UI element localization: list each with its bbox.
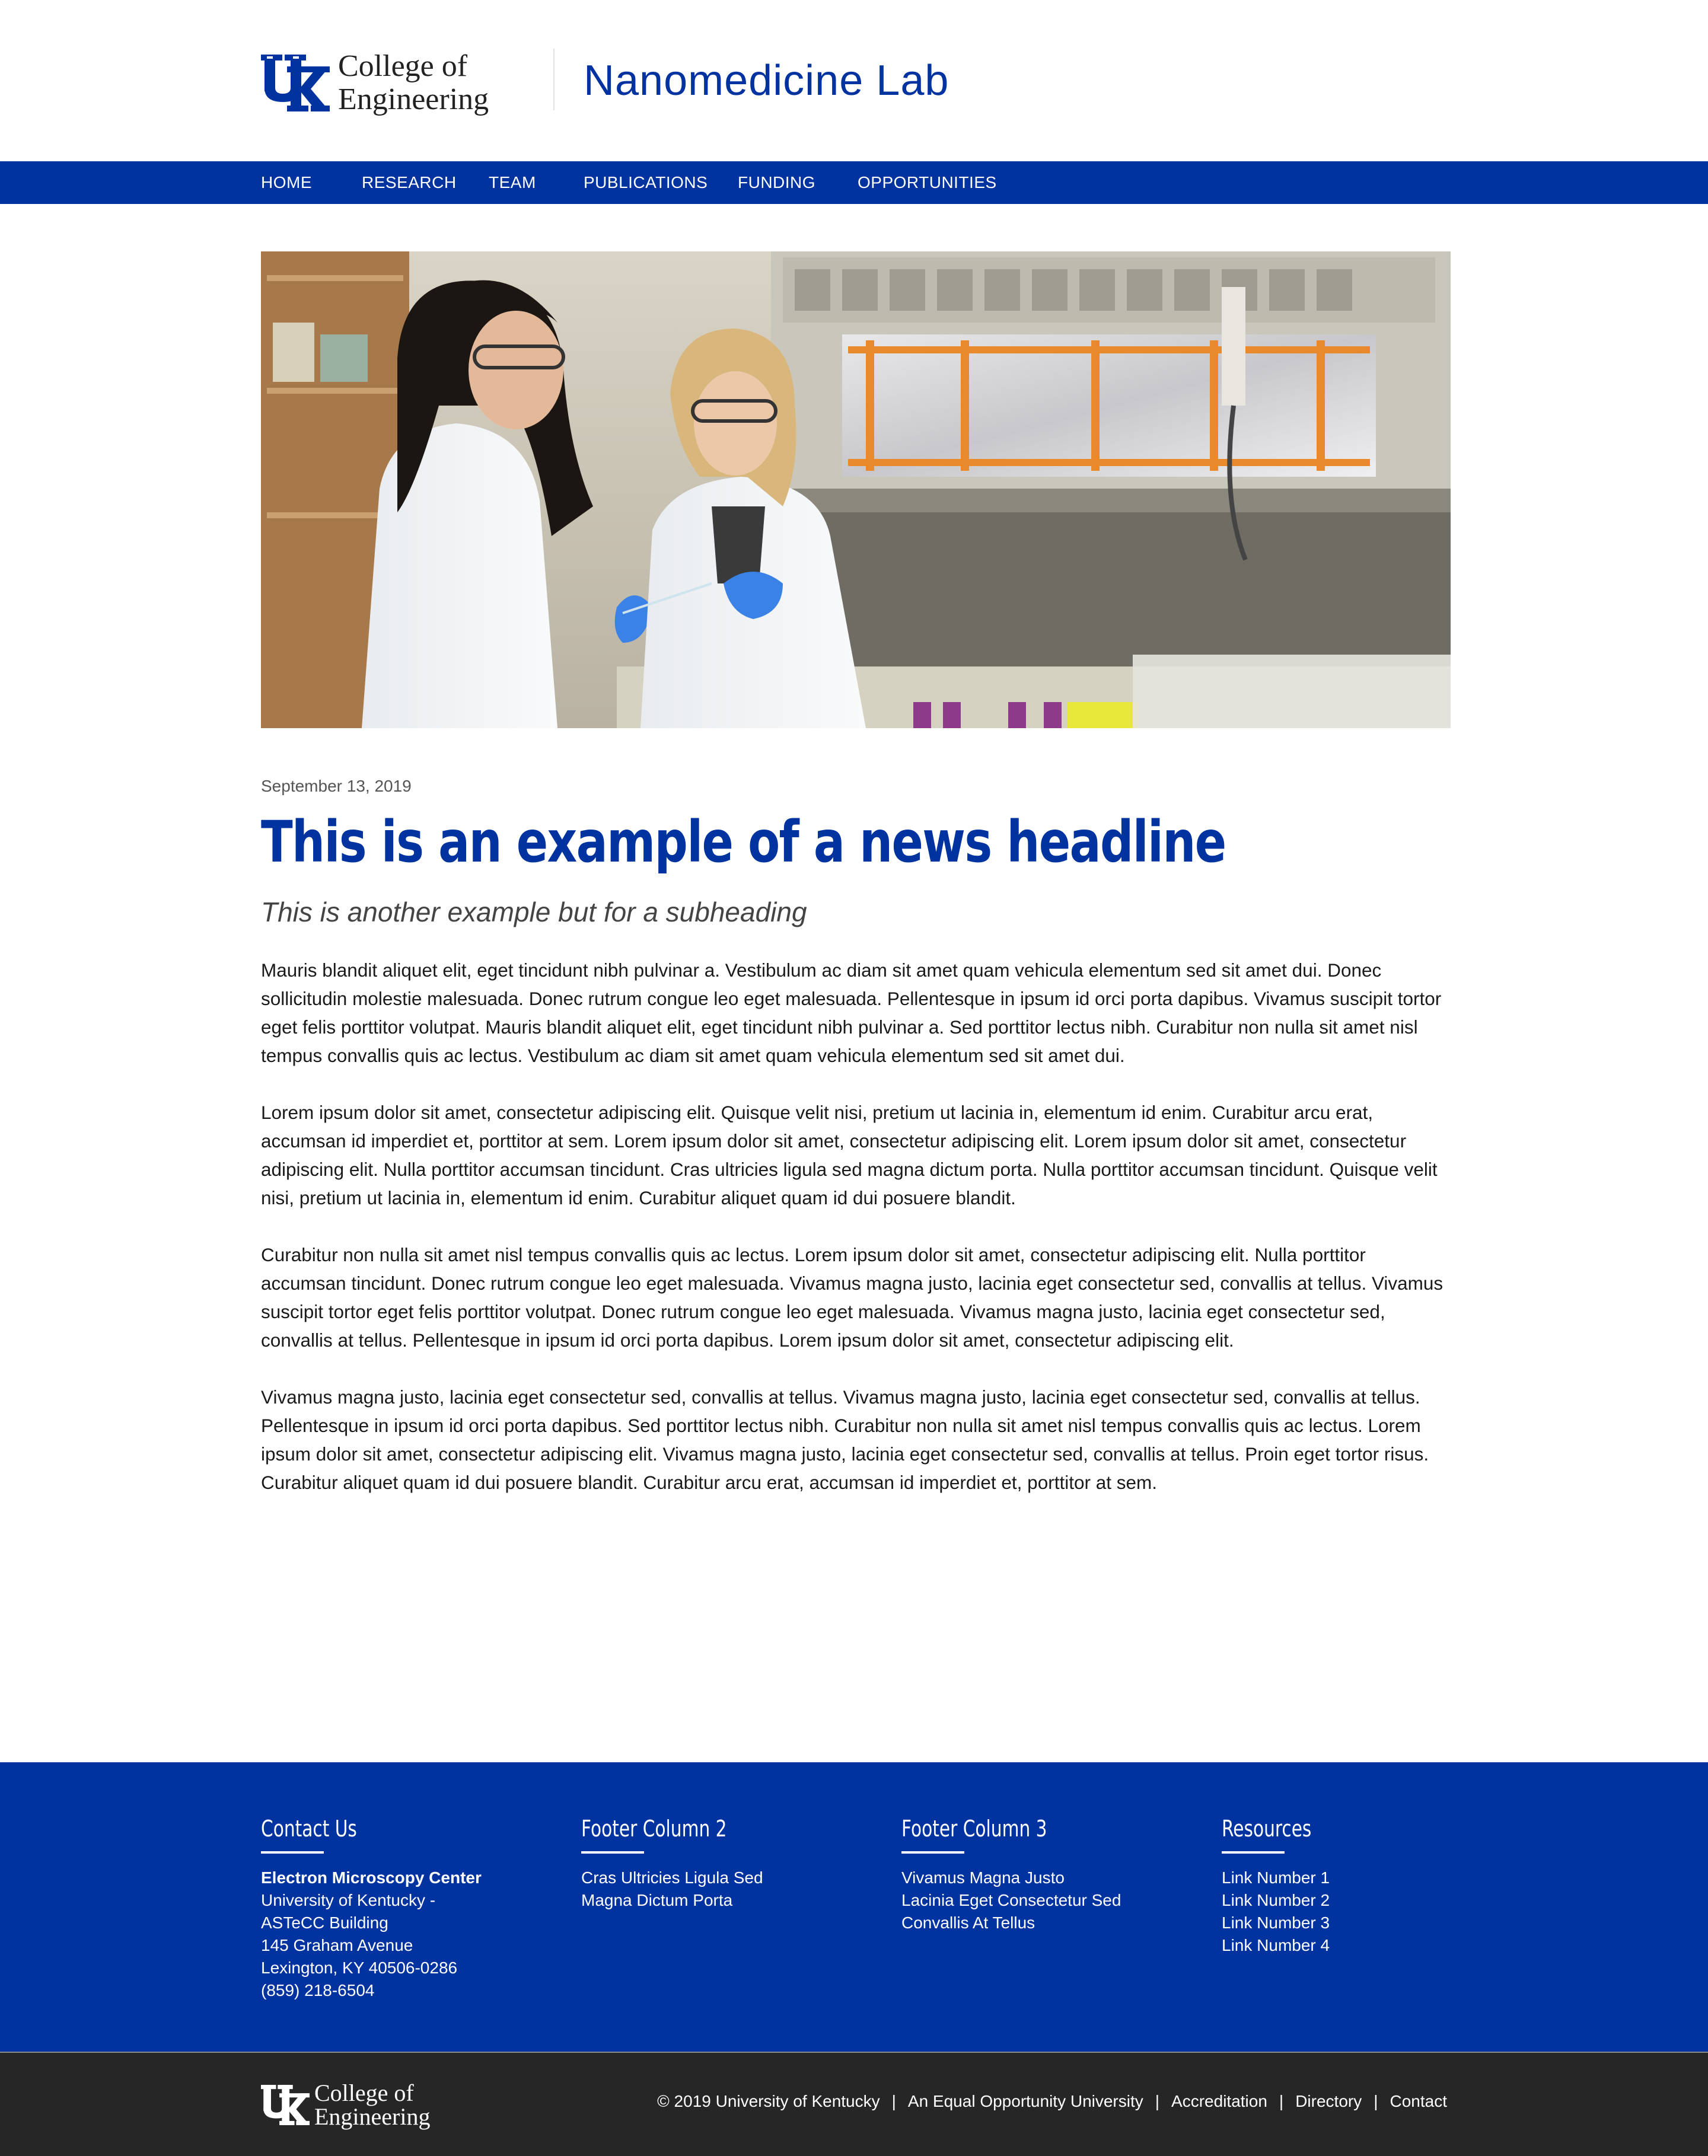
- contact-line: ASTeCC Building: [261, 1913, 388, 1932]
- article-headline: This is an example of a news headline: [261, 809, 1226, 875]
- separator: |: [1155, 2092, 1160, 2110]
- contact-name: Electron Microscopy Center: [261, 1868, 482, 1887]
- college-logo[interactable]: College of Engineering: [261, 50, 489, 116]
- college-line-1: College of: [338, 49, 468, 83]
- footer-column-title: Footer Column 2: [581, 1816, 727, 1842]
- contact-link[interactable]: Contact: [1390, 2092, 1448, 2110]
- footer-rule: [581, 1851, 644, 1854]
- uk-logo-icon: [261, 55, 330, 111]
- nav-home[interactable]: HOME: [261, 161, 312, 204]
- nav-team[interactable]: TEAM: [489, 161, 536, 204]
- separator: |: [1279, 2092, 1284, 2110]
- uk-logo-icon: [261, 2085, 310, 2125]
- contact-phone[interactable]: (859) 218-6504: [261, 1979, 534, 2002]
- contact-line: University of Kentucky -: [261, 1891, 436, 1909]
- article-body: Mauris blandit aliquet elit, eget tincid…: [261, 956, 1451, 1525]
- hero-image: [261, 251, 1451, 728]
- copyright-text: © 2019 University of Kentucky: [657, 2092, 880, 2110]
- footer-contact-column: Contact Us Electron Microscopy Center Un…: [261, 1814, 534, 2002]
- footer-rule: [1222, 1851, 1285, 1854]
- main-nav: HOME RESEARCH TEAM PUBLICATIONS FUNDING …: [0, 161, 1708, 204]
- site-footer: Contact Us Electron Microscopy Center Un…: [0, 1762, 1708, 2053]
- site-header: College of Engineering Nanomedicine Lab: [0, 0, 1708, 161]
- article-subheading: This is another example but for a subhea…: [261, 897, 807, 927]
- bottom-bar: College of Engineering © 2019 University…: [0, 2053, 1708, 2156]
- nav-publications[interactable]: PUBLICATIONS: [584, 161, 708, 204]
- footer-rule: [901, 1851, 964, 1854]
- footer-column-title: Resources: [1222, 1816, 1312, 1842]
- directory-link[interactable]: Directory: [1295, 2092, 1362, 2110]
- footer-link[interactable]: Magna Dictum Porta: [581, 1889, 854, 1912]
- footer-resources-column: Resources Link Number 1 Link Number 2 Li…: [1222, 1814, 1494, 1957]
- footer-column-title: Footer Column 3: [901, 1816, 1047, 1842]
- footer-link[interactable]: Cras Ultricies Ligula Sed: [581, 1867, 854, 1889]
- resource-link[interactable]: Link Number 2: [1222, 1889, 1494, 1912]
- site-title[interactable]: Nanomedicine Lab: [584, 51, 949, 110]
- footer-college-logo[interactable]: College of Engineering: [261, 2081, 431, 2129]
- article-paragraph: Curabitur non nulla sit amet nisl tempus…: [261, 1244, 1443, 1351]
- nav-funding[interactable]: FUNDING: [738, 161, 815, 204]
- resource-link[interactable]: Link Number 1: [1222, 1867, 1494, 1889]
- nav-research[interactable]: RESEARCH: [362, 161, 457, 204]
- resource-link[interactable]: Link Number 3: [1222, 1912, 1494, 1934]
- legal-links: © 2019 University of Kentucky | An Equal O…: [657, 2092, 1447, 2111]
- footer-link[interactable]: Vivamus Magna Justo: [901, 1867, 1174, 1889]
- footer-rule: [261, 1851, 324, 1854]
- article-paragraph: Lorem ipsum dolor sit amet, consectetur …: [261, 1102, 1438, 1208]
- college-line-2: Engineering: [338, 82, 489, 116]
- lab-photo: [261, 251, 1451, 728]
- header-divider: [553, 49, 555, 110]
- article-paragraph: Mauris blandit aliquet elit, eget tincid…: [261, 959, 1442, 1066]
- separator: |: [1374, 2092, 1378, 2110]
- contact-line: Lexington, KY 40506-0286: [261, 1959, 458, 1977]
- article-date: September 13, 2019: [261, 777, 412, 795]
- contact-line: 145 Graham Avenue: [261, 1936, 413, 1954]
- footer-column-2: Footer Column 2 Cras Ultricies Ligula Se…: [581, 1814, 854, 1912]
- college-wordmark: College of Engineering: [338, 50, 489, 116]
- article-paragraph: Vivamus magna justo, lacinia eget consec…: [261, 1386, 1429, 1493]
- footer-column-3: Footer Column 3 Vivamus Magna Justo Laci…: [901, 1814, 1174, 1934]
- footer-college-wordmark: College of Engineering: [314, 2081, 431, 2129]
- footer-link[interactable]: Convallis At Tellus: [901, 1912, 1174, 1934]
- accreditation-link[interactable]: Accreditation: [1171, 2092, 1267, 2110]
- college-line-2: Engineering: [314, 2103, 431, 2130]
- footer-column-title: Contact Us: [261, 1816, 357, 1842]
- footer-link[interactable]: Lacinia Eget Consectetur Sed: [901, 1889, 1174, 1912]
- separator: |: [891, 2092, 896, 2110]
- equal-opportunity-link[interactable]: An Equal Opportunity University: [908, 2092, 1143, 2110]
- college-line-1: College of: [314, 2080, 414, 2106]
- nav-opportunities[interactable]: OPPORTUNITIES: [858, 161, 997, 204]
- resource-link[interactable]: Link Number 4: [1222, 1934, 1494, 1957]
